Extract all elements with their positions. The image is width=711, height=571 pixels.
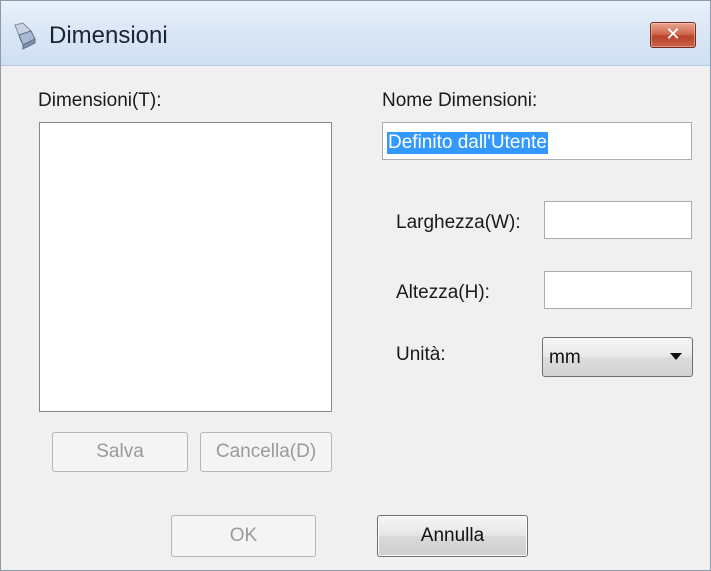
dimension-name-label: Nome Dimensioni: <box>382 90 538 111</box>
unit-select[interactable]: mm <box>542 337 693 377</box>
ok-button[interactable]: OK <box>171 515 316 557</box>
dimensions-dialog: Dimensioni ✕ Dimensioni(T): Salva Cancel… <box>0 0 711 571</box>
close-icon: ✕ <box>665 24 681 44</box>
window-title: Dimensioni <box>49 22 168 49</box>
dimensions-list-label: Dimensioni(T): <box>38 90 162 111</box>
unit-value: mm <box>549 347 581 368</box>
width-label: Larghezza(W): <box>396 212 521 233</box>
title-bar[interactable]: Dimensioni ✕ <box>1 1 710 66</box>
dimension-name-value: Definito dall'Utente <box>387 132 548 154</box>
dimension-name-field[interactable]: Definito dall'Utente <box>382 122 692 160</box>
height-field[interactable] <box>544 271 692 309</box>
unit-label: Unità: <box>396 344 446 365</box>
close-button[interactable]: ✕ <box>650 22 696 48</box>
chevron-down-icon[interactable] <box>670 353 682 360</box>
cancel-button[interactable]: Annulla <box>377 515 528 557</box>
dimensions-listbox[interactable] <box>39 122 332 412</box>
scanner-icon <box>14 22 36 50</box>
width-field[interactable] <box>544 201 692 239</box>
height-label: Altezza(H): <box>396 282 490 303</box>
save-button[interactable]: Salva <box>52 432 188 472</box>
delete-button[interactable]: Cancella(D) <box>200 432 332 472</box>
